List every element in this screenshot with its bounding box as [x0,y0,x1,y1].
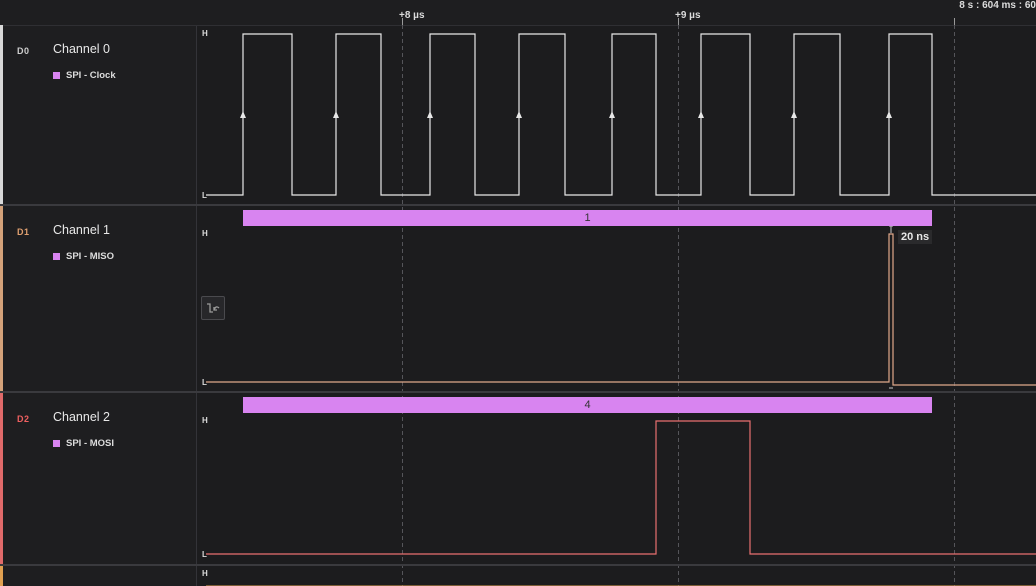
analyzer-swatch [53,440,60,447]
channel-name[interactable]: Channel 1 [53,223,110,237]
channel-name[interactable]: Channel 2 [53,410,110,424]
channel-row-2[interactable]: D2 Channel 2 SPI - MOSI [0,393,196,566]
waveform-view[interactable] [196,0,1036,586]
trigger-button[interactable] [201,296,225,320]
rising-edge-icon [698,111,704,118]
channel-color-bar [0,393,3,564]
time-tick-label: +8 µs [399,10,425,21]
analyzer-swatch [53,253,60,260]
channel-row-0[interactable]: D0 Channel 0 SPI - Clock [0,25,196,206]
trigger-edge-icon [207,303,220,313]
rising-edge-icon [240,111,246,118]
level-high-label: H [202,416,208,425]
pulse-width-measurement: 20 ns [898,230,933,244]
channel-name[interactable]: Channel 0 [53,42,110,56]
rising-edge-icon [516,111,522,118]
time-ruler[interactable] [196,0,1036,25]
analyzer-label: SPI - Clock [66,70,116,81]
rising-edge-icon [609,111,615,118]
channel-row-3[interactable] [0,566,196,586]
channel-color-bar [0,206,3,391]
analyzer-swatch [53,72,60,79]
analyzer-tag[interactable]: SPI - MISO [53,251,114,262]
mosi-waveform[interactable] [206,420,1036,555]
spi-decode-frame[interactable]: 4 [243,397,932,413]
channel-id: D0 [17,46,30,56]
level-high-label: H [202,229,208,238]
level-low-label: L [202,378,207,387]
ruler-left-spacer [0,0,196,26]
analyzer-label: SPI - MISO [66,251,115,262]
rising-edge-icon [427,111,433,118]
rising-edge-markers [240,111,892,118]
rising-edge-icon [791,111,797,118]
level-high-label: H [202,29,208,38]
channel-labels-panel: D0 Channel 0 SPI - Clock D1 Channel 1 SP… [0,0,197,586]
channel-color-bar [0,25,3,204]
timestamp-label: 8 s : 604 ms : 60 [959,0,1036,11]
rising-edge-icon [333,111,339,118]
channel-row-1[interactable]: D1 Channel 1 SPI - MISO [0,206,196,393]
channel-color-bar [0,566,3,586]
channel-id: D2 [17,414,30,424]
level-low-label: L [202,550,207,559]
channel-id: D1 [17,227,30,237]
analyzer-tag[interactable]: SPI - MOSI [53,438,114,449]
analyzer-label: SPI - MOSI [66,438,115,449]
level-high-label: H [202,569,208,578]
spi-decode-frame[interactable]: 1 [243,210,932,226]
level-low-label: L [202,191,207,200]
analyzer-tag[interactable]: SPI - Clock [53,70,116,81]
clock-waveform[interactable] [206,33,1036,196]
rising-edge-icon [886,111,892,118]
miso-waveform[interactable] [206,233,1036,386]
time-tick-label: +9 µs [675,10,701,21]
